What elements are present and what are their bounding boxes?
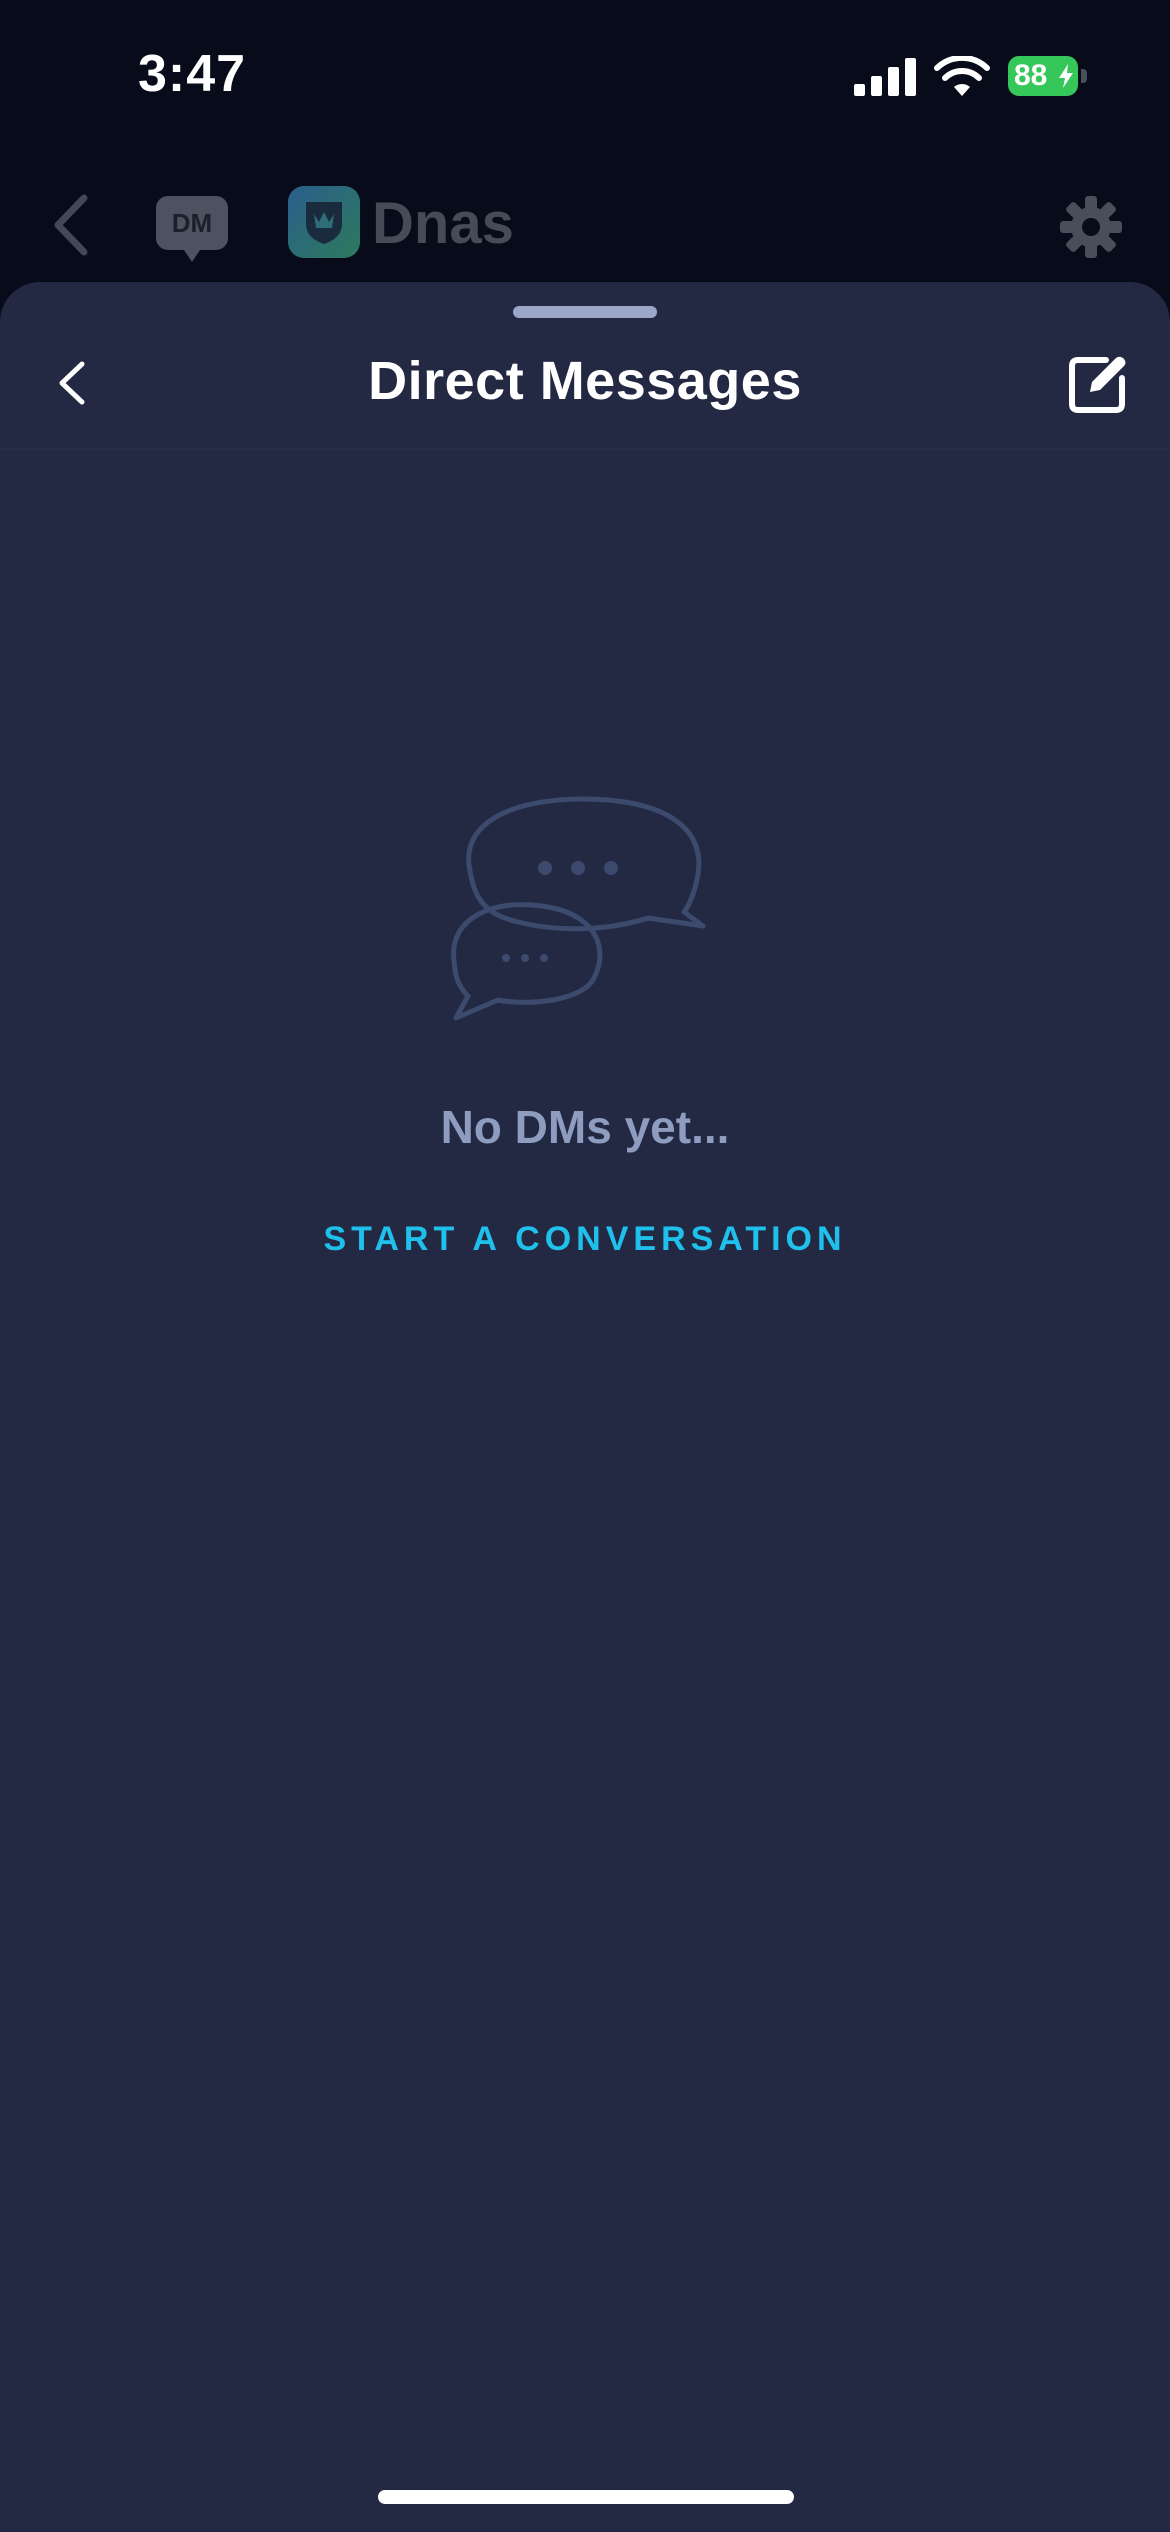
sheet-grabber[interactable] (513, 306, 657, 318)
gear-icon[interactable] (1058, 194, 1124, 260)
page-title: Direct Messages (368, 351, 802, 411)
battery-cap (1081, 69, 1087, 83)
chat-bubbles-icon (451, 796, 706, 1021)
sheet-header: Direct Messages (0, 322, 1170, 450)
status-bar: 3:47 88 (0, 0, 1170, 150)
background-app-header: DM Dnas (0, 170, 1170, 280)
battery-level: 88 (1008, 56, 1078, 96)
compose-button[interactable] (1066, 352, 1132, 416)
wifi-icon (934, 56, 990, 96)
home-indicator[interactable] (378, 2490, 794, 2504)
cellular-signal-icon (854, 58, 916, 96)
chevron-left-icon[interactable] (48, 192, 94, 258)
empty-state-title: No DMs yet... (440, 1101, 730, 1153)
shield-logo-icon (288, 186, 360, 258)
battery-icon: 88 (1008, 56, 1088, 98)
charging-bolt-icon (1059, 64, 1073, 88)
direct-messages-sheet: Direct Messages No DMs yet... START A CO… (0, 282, 1170, 2532)
dm-icon[interactable]: DM (156, 196, 228, 262)
app-name: Dnas (372, 191, 514, 256)
start-conversation-button[interactable]: START A CONVERSATION (0, 1220, 1170, 1259)
battery-percent: 88 (1014, 59, 1048, 92)
status-time: 3:47 (138, 45, 247, 103)
